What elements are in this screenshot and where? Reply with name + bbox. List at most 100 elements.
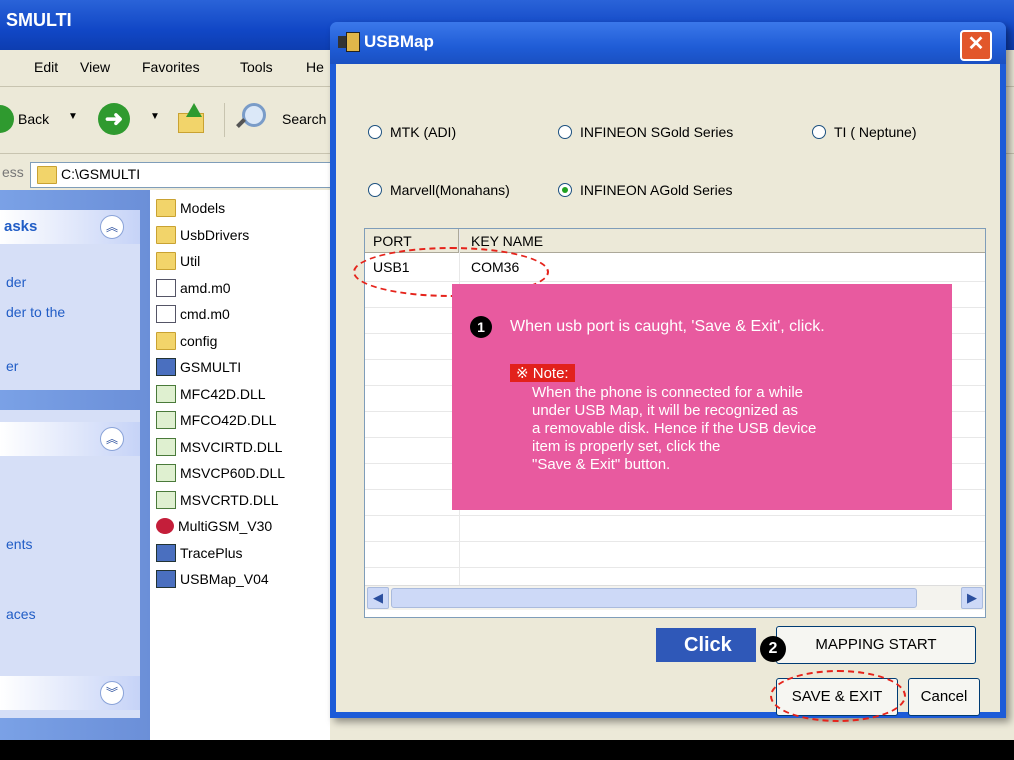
note-line-4: item is properly set, click the	[532, 438, 721, 455]
radio-label: INFINEON AGold Series	[580, 182, 733, 198]
file-name: MFCO42D.DLL	[180, 412, 277, 428]
menu-edit[interactable]: Edit	[34, 59, 58, 75]
radio-label: INFINEON SGold Series	[580, 124, 734, 140]
back-button[interactable]: Back	[18, 111, 49, 127]
document-icon	[156, 305, 176, 323]
radio-marvell[interactable]: Marvell(Monahans)	[368, 182, 510, 198]
file-item[interactable]: MSVCIRTD.DLL	[156, 436, 282, 458]
radio-infineon-agold[interactable]: INFINEON AGold Series	[558, 182, 733, 198]
file-name: MSVCRTD.DLL	[180, 491, 279, 508]
scroll-right-icon[interactable]: ▶	[961, 587, 983, 609]
file-name: GSMULTI	[180, 359, 242, 375]
file-item[interactable]: UsbDrivers	[156, 224, 249, 246]
radio-label: Marvell(Monahans)	[390, 182, 510, 198]
explorer-task-pane: asks ︽ der der to the er ︽ ents aces ︾	[0, 190, 150, 740]
radio-label: TI ( Neptune)	[834, 124, 917, 140]
explorer-title: SMULTI	[6, 10, 72, 30]
radio-mtk[interactable]: MTK (ADI)	[368, 124, 456, 140]
column-header-key-name[interactable]: KEY NAME	[459, 229, 985, 253]
file-item[interactable]: config	[156, 330, 217, 352]
radio-infineon-sgold[interactable]: INFINEON SGold Series	[558, 124, 733, 140]
task-panel-1-title: asks	[4, 218, 38, 235]
forward-arrow-icon[interactable]: ➜	[98, 103, 130, 135]
file-item[interactable]: MSVCP60D.DLL	[156, 462, 285, 484]
file-name: config	[180, 332, 218, 349]
task-link-2[interactable]: der to the	[6, 304, 65, 320]
file-name: MSVCP60D.DLL	[180, 465, 286, 481]
dll-icon	[156, 437, 176, 456]
click-label-text: Click	[684, 634, 732, 656]
back-arrow-icon[interactable]	[0, 105, 14, 133]
note-line-3: a removable disk. Hence if the USB devic…	[532, 420, 817, 437]
file-name: MultiGSM_V30	[178, 518, 273, 534]
file-name: MSVCIRTD.DLL	[180, 438, 283, 455]
note-line-5: "Save & Exit" button.	[532, 456, 671, 473]
search-icon[interactable]	[236, 103, 266, 131]
file-item[interactable]: TracePlus	[156, 542, 243, 564]
radio-button-icon[interactable]	[368, 125, 382, 139]
up-folder-icon[interactable]	[176, 103, 206, 135]
menu-help[interactable]: He	[306, 59, 324, 75]
radio-ti-neptune[interactable]: TI ( Neptune)	[812, 124, 916, 140]
dll-icon	[156, 384, 176, 403]
file-item[interactable]: Models	[156, 197, 225, 219]
task-link-4[interactable]: ents	[6, 536, 32, 552]
menu-favorites[interactable]: Favorites	[142, 59, 200, 75]
dll-icon	[156, 464, 176, 482]
file-name: TracePlus	[180, 544, 243, 561]
folder-icon	[156, 225, 176, 244]
file-name: amd.m0	[180, 279, 231, 296]
radio-button-selected-icon[interactable]	[558, 183, 572, 197]
task-panel-1: asks ︽ der der to the er	[0, 210, 140, 390]
note-tag: ※ Note:	[510, 364, 575, 382]
file-name: Util	[180, 253, 201, 269]
app-icon	[156, 570, 176, 588]
task-link-5[interactable]: aces	[6, 606, 36, 622]
file-item[interactable]: amd.m0	[156, 277, 231, 299]
file-item[interactable]: MSVCRTD.DLL	[156, 489, 279, 511]
cancel-button[interactable]: Cancel	[908, 678, 980, 716]
file-item[interactable]: Util	[156, 250, 200, 272]
collapse-chevron-icon[interactable]: ︽	[100, 215, 124, 239]
mapping-start-button[interactable]: MAPPING START	[776, 626, 976, 664]
file-item[interactable]: MultiGSM_V30	[156, 515, 272, 537]
task-panel-3-header[interactable]: ︾	[0, 676, 140, 710]
folder-icon	[156, 252, 176, 270]
menu-tools[interactable]: Tools	[240, 59, 273, 75]
highlight-ellipse	[770, 670, 906, 722]
app-icon	[156, 358, 176, 376]
file-item[interactable]: cmd.m0	[156, 303, 230, 325]
document-icon	[156, 278, 176, 297]
folder-icon	[37, 166, 57, 184]
step-1-badge: 1	[470, 316, 492, 338]
task-panel-1-header[interactable]: asks ︽	[0, 210, 140, 244]
task-link-3[interactable]: er	[6, 358, 18, 374]
expand-chevron-icon[interactable]: ︾	[100, 681, 124, 705]
address-value: C:\GSMULTI	[61, 166, 141, 182]
horizontal-scrollbar[interactable]: ◀ ▶	[365, 585, 985, 610]
file-item[interactable]: GSMULTI	[156, 356, 241, 378]
scroll-thumb[interactable]	[391, 588, 917, 608]
search-button[interactable]: Search	[282, 111, 326, 127]
task-link-1[interactable]: der	[6, 274, 26, 290]
task-panel-2-header[interactable]: ︽	[0, 422, 140, 456]
back-dropdown-icon[interactable]: ▼	[68, 111, 78, 122]
file-item[interactable]: MFC42D.DLL	[156, 383, 266, 405]
note-line-2: under USB Map, it will be recognized as	[532, 402, 798, 419]
forward-dropdown-icon[interactable]: ▼	[150, 111, 160, 122]
menu-view[interactable]: View	[80, 59, 110, 75]
scroll-left-icon[interactable]: ◀	[367, 587, 389, 609]
radio-label: MTK (ADI)	[390, 124, 457, 140]
file-item[interactable]: MFCO42D.DLL	[156, 409, 276, 431]
radio-button-icon[interactable]	[558, 125, 572, 139]
file-item[interactable]: USBMap_V04	[156, 568, 269, 590]
dialog-titlebar[interactable]: USBMap ✕	[330, 22, 1006, 64]
radio-button-icon[interactable]	[368, 183, 382, 197]
radio-button-icon[interactable]	[812, 125, 826, 139]
collapse-chevron-icon[interactable]: ︽	[100, 427, 124, 451]
instruction-callout: 1 When usb port is caught, 'Save & Exit'…	[452, 284, 952, 510]
close-button[interactable]: ✕	[960, 30, 992, 61]
note-line-1: When the phone is connected for a while	[532, 384, 804, 401]
dll-icon	[156, 411, 176, 429]
address-input[interactable]: C:\GSMULTI	[30, 162, 332, 188]
